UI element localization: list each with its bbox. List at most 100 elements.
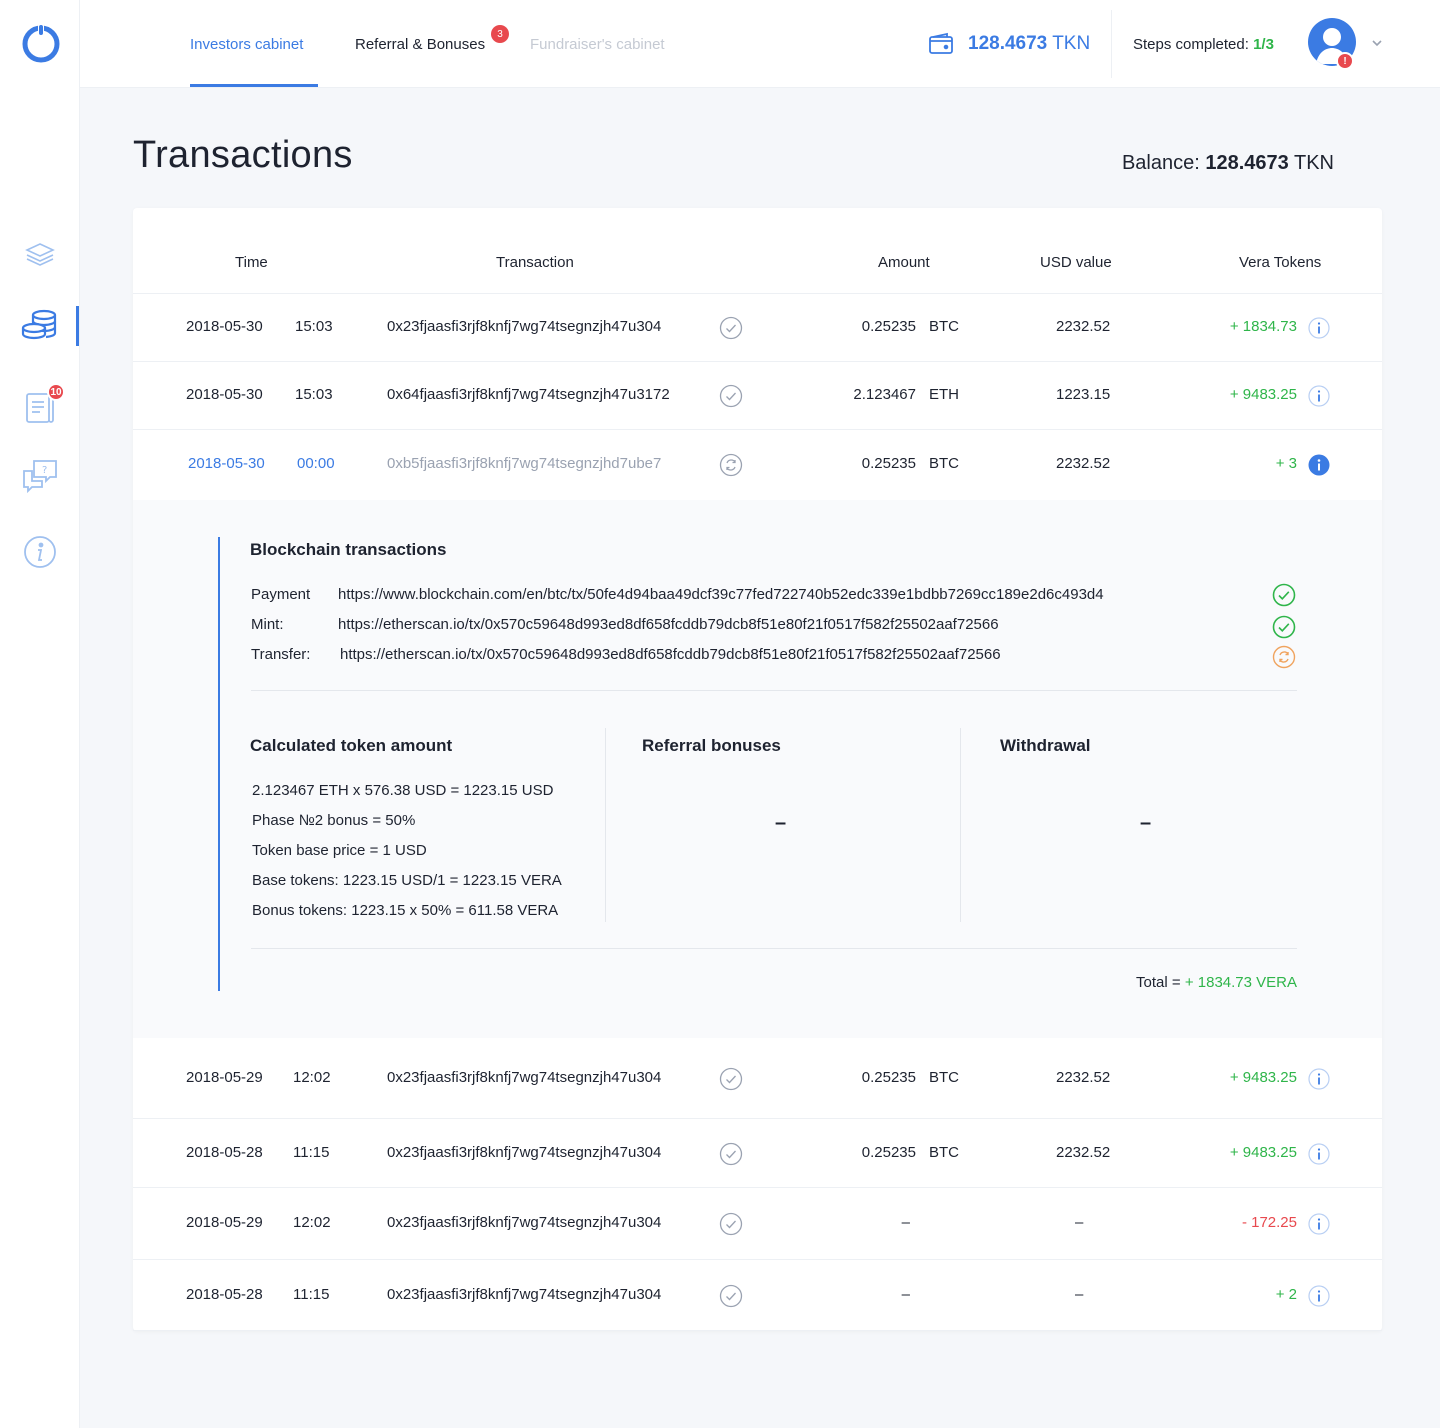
row-usd-value: 1223.15	[1056, 386, 1111, 403]
column-header-amount: Amount	[878, 254, 930, 271]
balance: Balance: 128.4673 TKN	[1122, 152, 1334, 175]
row-usd-value: –	[1075, 1214, 1084, 1231]
row-time: 12:02	[293, 1214, 331, 1231]
wallet-icon	[929, 32, 953, 54]
withdrawal-value: –	[1140, 812, 1152, 834]
row-usd-value: 2232.52	[1056, 455, 1111, 472]
row-tokens: + 9483.25	[1229, 386, 1297, 403]
info-icon[interactable]	[1308, 1285, 1330, 1307]
check-circle-icon	[719, 1142, 743, 1166]
transactions-table: Time Transaction Amount USD value Vera T…	[133, 208, 1382, 1331]
column-header-vera-tokens: Vera Tokens	[1239, 254, 1322, 271]
steps-label: Steps completed:	[1133, 36, 1249, 53]
row-usd-value: 2232.52	[1056, 1144, 1111, 1161]
row-tokens: + 1834.73	[1229, 318, 1297, 335]
row-hash[interactable]: 0x23fjaasfi3rjf8knfj7wg74tsegnzjh47u304	[387, 318, 661, 335]
calc-line: Bonus tokens: 1223.15 x 50% = 611.58 VER…	[252, 902, 559, 919]
table-header: Time Transaction Amount USD value Vera T…	[133, 208, 1382, 294]
tab-fundraisers-cabinet: Fundraiser's cabinet	[530, 36, 665, 53]
row-usd-value: –	[1075, 1286, 1084, 1303]
info-icon[interactable]	[1308, 454, 1330, 476]
transfer-label: Transfer:	[251, 646, 311, 663]
steps-completed: Steps completed: 1/3	[1133, 36, 1274, 53]
row-date: 2018-05-30	[188, 455, 265, 472]
row-amount: 0.25235	[861, 318, 916, 335]
blockchain-title: Blockchain transactions	[250, 540, 447, 559]
table-row[interactable]: 2018-05-30 15:03 0x64fjaasfi3rjf8knfj7wg74…	[133, 362, 1382, 430]
transfer-link[interactable]: https://etherscan.io/tx/0x570c59648d993e…	[340, 646, 1001, 663]
table-row[interactable]: 2018-05-30 15:03 0x23fjaasfi3rjf8knfj7wg74…	[133, 294, 1382, 362]
svg-text:?: ?	[42, 465, 47, 476]
column-header-time: Time	[235, 254, 268, 271]
table-row[interactable]: 2018-05-28 11:15 0x23fjaasfi3rjf8knfj7wg74…	[133, 1260, 1382, 1331]
info-icon[interactable]	[1308, 1213, 1330, 1235]
chat-help-icon[interactable]: ?	[20, 456, 60, 496]
row-date: 2018-05-30	[186, 318, 263, 335]
check-circle-icon	[1272, 583, 1296, 607]
row-hash[interactable]: 0x23fjaasfi3rjf8knfj7wg74tsegnzjh47u304	[387, 1214, 661, 1231]
row-time: 11:15	[293, 1286, 330, 1303]
referral-bonuses-value: –	[775, 812, 787, 834]
check-circle-icon	[1272, 615, 1296, 639]
column-divider	[960, 728, 961, 922]
referral-badge: 3	[491, 25, 509, 43]
row-currency: BTC	[929, 1069, 959, 1086]
row-time: 00:00	[297, 455, 335, 472]
row-time: 11:15	[293, 1144, 330, 1161]
row-amount: –	[901, 1286, 910, 1303]
wallet-balance[interactable]: 128.4673 TKN	[928, 32, 1090, 56]
row-hash[interactable]: 0xb5fjaasfi3rjf8knfj7wg74tsegnzjhd7ube7	[387, 455, 661, 472]
sidebar-active-indicator	[76, 306, 79, 346]
table-row[interactable]: 2018-05-30 00:00 0xb5fjaasfi3rjf8knfj7wg74…	[133, 430, 1382, 500]
row-hash[interactable]: 0x64fjaasfi3rjf8knfj7wg74tsegnzjh47u3172	[387, 386, 670, 403]
row-hash[interactable]: 0x23fjaasfi3rjf8knfj7wg74tsegnzjh47u304	[387, 1069, 661, 1086]
sidebar: 10 ?	[0, 0, 80, 1428]
calc-line: Phase №2 bonus = 50%	[252, 812, 416, 829]
withdrawal-title: Withdrawal	[1000, 736, 1091, 755]
calc-line: 2.123467 ETH x 576.38 USD = 1223.15 USD	[252, 782, 554, 799]
row-time: 15:03	[295, 318, 333, 335]
info-icon[interactable]	[20, 532, 60, 572]
row-tokens: + 2	[1275, 1286, 1297, 1303]
payment-label: Payment	[251, 586, 311, 603]
pending-sync-icon	[1272, 645, 1296, 669]
coins-icon[interactable]	[20, 306, 60, 346]
row-date: 2018-05-29	[186, 1214, 263, 1231]
check-circle-icon	[719, 1212, 743, 1236]
logo-icon[interactable]	[20, 22, 62, 64]
info-icon[interactable]	[1308, 385, 1330, 407]
tab-investors-cabinet[interactable]: Investors cabinet	[190, 36, 303, 53]
layers-icon[interactable]	[20, 234, 60, 274]
table-row[interactable]: 2018-05-28 11:15 0x23fjaasfi3rjf8knfj7wg74…	[133, 1119, 1382, 1188]
document-badge: 10	[47, 383, 65, 401]
total-label: Total =	[1136, 974, 1181, 991]
balance-label: Balance:	[1121, 152, 1200, 174]
check-circle-icon	[719, 384, 743, 408]
page-title: Transactions	[133, 134, 353, 176]
detail-divider	[251, 948, 1297, 949]
row-date: 2018-05-29	[186, 1069, 263, 1086]
row-date: 2018-05-30	[186, 386, 263, 403]
row-currency: BTC	[929, 455, 959, 472]
info-icon[interactable]	[1308, 317, 1330, 339]
balance-unit: TKN	[1294, 152, 1334, 174]
total-value: + 1834.73 VERA	[1184, 974, 1297, 991]
info-icon[interactable]	[1308, 1143, 1330, 1165]
referral-bonuses-title: Referral bonuses	[642, 736, 781, 755]
row-hash[interactable]: 0x23fjaasfi3rjf8knfj7wg74tsegnzjh47u304	[387, 1286, 661, 1303]
check-circle-icon	[719, 1067, 743, 1091]
payment-link[interactable]: https://www.blockchain.com/en/btc/tx/50f…	[338, 586, 1104, 603]
table-row[interactable]: 2018-05-29 12:02 0x23fjaasfi3rjf8knfj7wg74…	[133, 1188, 1382, 1260]
mint-label: Mint:	[251, 616, 284, 633]
row-amount: 2.123467	[853, 386, 916, 403]
chevron-down-icon[interactable]	[1370, 36, 1384, 50]
header-divider	[1111, 10, 1112, 78]
pending-sync-icon	[719, 453, 743, 477]
table-row[interactable]: 2018-05-29 12:02 0x23fjaasfi3rjf8knfj7wg74…	[133, 1038, 1382, 1119]
row-usd-value: 2232.52	[1056, 1069, 1111, 1086]
tab-referral-bonuses[interactable]: Referral & Bonuses	[355, 36, 485, 53]
info-icon[interactable]	[1308, 1068, 1330, 1090]
row-hash[interactable]: 0x23fjaasfi3rjf8knfj7wg74tsegnzjh47u304	[387, 1144, 661, 1161]
calc-line: Base tokens: 1223.15 USD/1 = 1223.15 VER…	[252, 872, 562, 889]
mint-link[interactable]: https://etherscan.io/tx/0x570c59648d993e…	[338, 616, 999, 633]
